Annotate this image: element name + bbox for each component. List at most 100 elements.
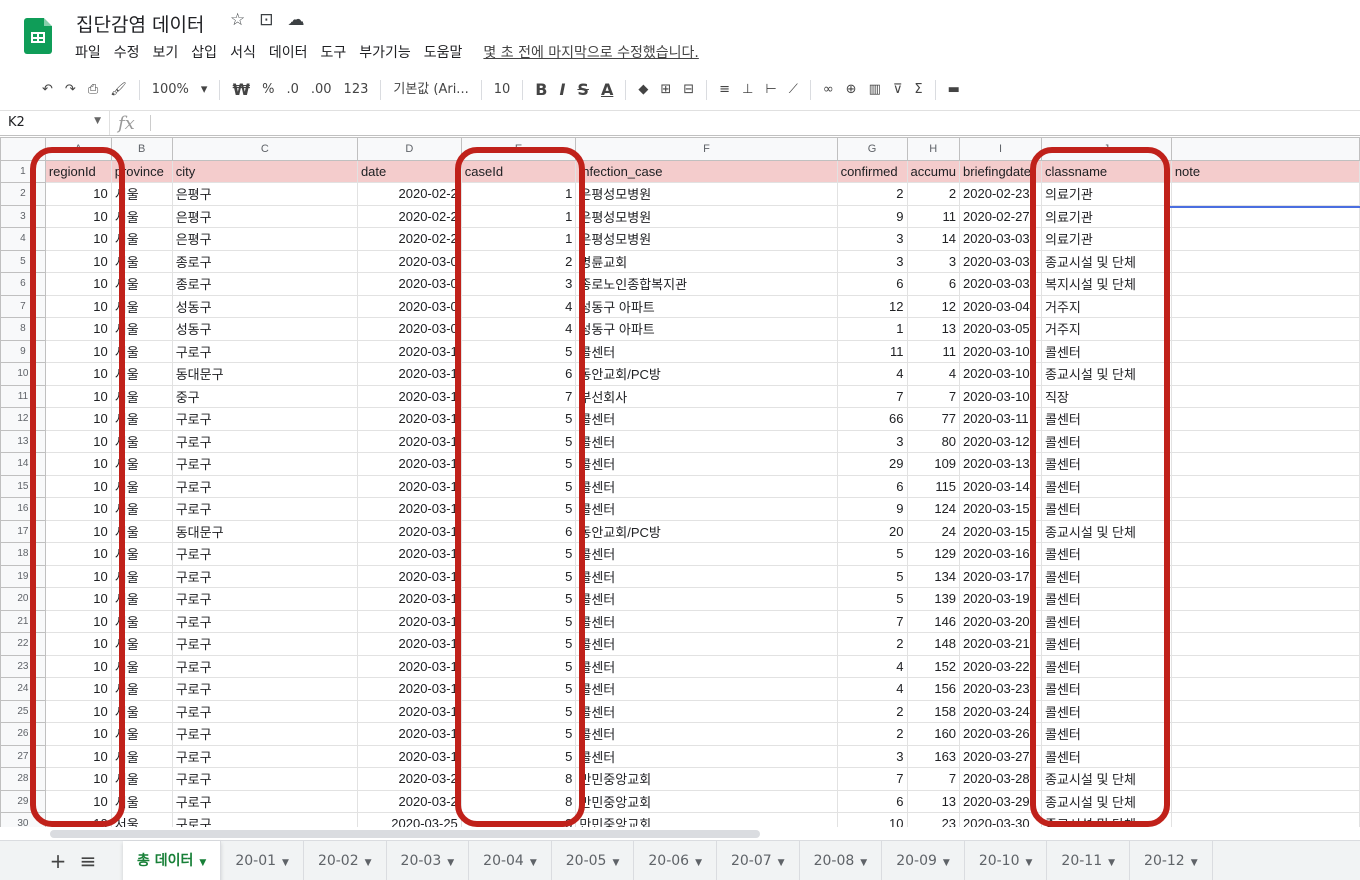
header-cell[interactable]: accumu: [906, 159, 961, 183]
cell[interactable]: 콜센터: [575, 474, 838, 498]
cell[interactable]: 10: [44, 474, 112, 498]
cell[interactable]: 13: [906, 789, 961, 813]
select-all-corner[interactable]: [0, 137, 46, 161]
cell[interactable]: 은평성모병원: [575, 204, 838, 228]
cell[interactable]: 콜센터: [575, 677, 838, 701]
cell[interactable]: 2020-03-27: [959, 744, 1042, 768]
cell[interactable]: 5: [460, 677, 577, 701]
cell[interactable]: 구로구: [171, 699, 358, 723]
cell[interactable]: 5: [460, 722, 577, 746]
cell[interactable]: 6: [836, 474, 908, 498]
cell[interactable]: 명륜교회: [575, 249, 838, 273]
sheet-tab[interactable]: 20-12 ▼: [1130, 840, 1213, 880]
cell[interactable]: 2020-03-15: [959, 497, 1042, 521]
cell[interactable]: 서울: [110, 182, 173, 206]
cell[interactable]: 2: [460, 249, 577, 273]
menu-item-8[interactable]: 도움말: [424, 42, 463, 62]
cell[interactable]: 2020-03-03: [959, 227, 1042, 251]
cell[interactable]: 5: [460, 497, 577, 521]
cell[interactable]: 서울: [110, 812, 173, 827]
cell[interactable]: 콜센터: [1041, 744, 1172, 768]
cell[interactable]: 2020-03-1: [356, 744, 462, 768]
sheet-tab[interactable]: 20-07 ▼: [717, 840, 800, 880]
cell[interactable]: 구로구: [171, 654, 358, 678]
all-sheets-button[interactable]: ≡: [73, 849, 103, 873]
cell[interactable]: 3: [836, 227, 908, 251]
cell[interactable]: 구로구: [171, 542, 358, 566]
cell[interactable]: 10: [44, 227, 112, 251]
cell[interactable]: 5: [460, 474, 577, 498]
cell[interactable]: 동안교회/PC방: [575, 362, 838, 386]
cell[interactable]: 11: [836, 339, 908, 363]
cell[interactable]: 5: [836, 564, 908, 588]
cell[interactable]: 2020-03-13: [959, 452, 1042, 476]
cell[interactable]: 2020-03-17: [959, 564, 1042, 588]
row-header[interactable]: 28: [0, 767, 46, 791]
cell[interactable]: 서울: [110, 272, 173, 296]
row-header[interactable]: 7: [0, 294, 46, 318]
fill-color-icon[interactable]: ◆: [632, 76, 654, 104]
header-cell[interactable]: infection_case: [575, 159, 838, 183]
cell[interactable]: 10: [44, 812, 112, 827]
cell[interactable]: 구로구: [171, 429, 358, 453]
row-header[interactable]: 11: [0, 384, 46, 408]
cell[interactable]: 콜센터: [575, 339, 838, 363]
note-cell[interactable]: [1170, 632, 1360, 656]
undo-icon[interactable]: ↶: [36, 76, 59, 104]
cell[interactable]: 은평성모병원: [575, 182, 838, 206]
cell[interactable]: 서울: [110, 654, 173, 678]
row-header[interactable]: 6: [0, 272, 46, 296]
cell[interactable]: 115: [906, 474, 961, 498]
note-cell[interactable]: [1170, 609, 1360, 633]
cell[interactable]: 10: [44, 384, 112, 408]
cell[interactable]: 9: [836, 204, 908, 228]
cell[interactable]: 2020-03-0: [356, 294, 462, 318]
cell[interactable]: 서울: [110, 632, 173, 656]
cell[interactable]: 5: [836, 542, 908, 566]
cell[interactable]: 5: [460, 407, 577, 431]
cell[interactable]: 2: [906, 182, 961, 206]
menu-item-2[interactable]: 보기: [153, 42, 179, 62]
cell[interactable]: 구로구: [171, 564, 358, 588]
column-header[interactable]: G: [836, 137, 908, 161]
more-formats-button[interactable]: 123: [338, 76, 375, 104]
cell[interactable]: 서울: [110, 249, 173, 273]
cell[interactable]: 2020-03-10: [959, 384, 1042, 408]
cell[interactable]: 2020-03-1: [356, 407, 462, 431]
cell[interactable]: 66: [836, 407, 908, 431]
cell[interactable]: 10: [44, 429, 112, 453]
sheet-tab[interactable]: 20-06 ▼: [634, 840, 717, 880]
cloud-status-icon[interactable]: ☁: [288, 10, 305, 30]
cell[interactable]: 2020-03-10: [959, 362, 1042, 386]
row-header[interactable]: 12: [0, 407, 46, 431]
header-cell[interactable]: date: [356, 159, 462, 183]
last-edit-link[interactable]: 몇 초 전에 마지막으로 수정했습니다.: [483, 42, 698, 62]
cell[interactable]: 10: [44, 587, 112, 611]
cell[interactable]: 10: [44, 317, 112, 341]
row-header[interactable]: 13: [0, 429, 46, 453]
cell[interactable]: 77: [906, 407, 961, 431]
cell[interactable]: 163: [906, 744, 961, 768]
cell[interactable]: 2020-03-1: [356, 632, 462, 656]
cell[interactable]: 1: [460, 227, 577, 251]
cell[interactable]: 2020-03-30: [959, 812, 1042, 827]
cell[interactable]: 콜센터: [575, 654, 838, 678]
cell[interactable]: 구로구: [171, 632, 358, 656]
note-cell[interactable]: [1170, 294, 1360, 318]
decrease-decimal-button[interactable]: .0: [280, 76, 304, 104]
cell[interactable]: 8: [460, 767, 577, 791]
note-cell[interactable]: [1170, 519, 1360, 543]
note-cell[interactable]: [1170, 182, 1360, 206]
row-header[interactable]: 10: [0, 362, 46, 386]
row-header[interactable]: 3: [0, 204, 46, 228]
cell[interactable]: 2020-03-12: [959, 429, 1042, 453]
increase-decimal-button[interactable]: .00: [305, 76, 338, 104]
note-cell[interactable]: [1170, 474, 1360, 498]
cell[interactable]: 2020-02-2: [356, 204, 462, 228]
cell[interactable]: 콜센터: [1041, 542, 1172, 566]
row-header[interactable]: 27: [0, 744, 46, 768]
cell[interactable]: 종로구: [171, 272, 358, 296]
cell[interactable]: 서울: [110, 722, 173, 746]
cell[interactable]: 7: [836, 384, 908, 408]
sheet-tab[interactable]: 20-11 ▼: [1047, 840, 1131, 880]
